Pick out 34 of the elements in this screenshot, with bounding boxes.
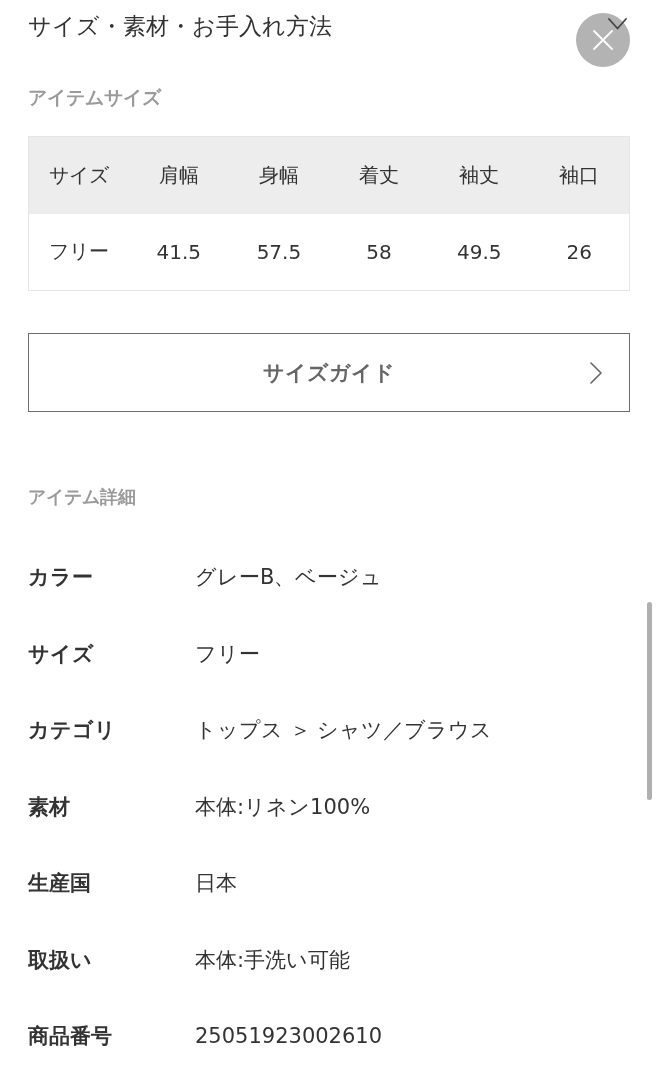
detail-label: 素材 (28, 793, 71, 821)
chevron-down-icon (608, 18, 627, 30)
detail-value: 25051923002610 (195, 1024, 383, 1049)
detail-label: 商品番号 (28, 1023, 113, 1051)
table-cell: フリー (28, 213, 129, 291)
detail-value: グレーB、ベージュ (195, 564, 383, 592)
close-button[interactable] (576, 13, 630, 67)
detail-label: 生産国 (28, 870, 92, 898)
column-header: 身幅 (228, 136, 329, 214)
detail-value: 本体:手洗い可能 (195, 946, 351, 974)
table-cell: 26 (529, 213, 630, 291)
section-heading: アイテムサイズ (28, 85, 163, 109)
panel-title: サイズ・素材・お手入れ方法 (28, 12, 332, 41)
column-header: サイズ (28, 136, 129, 214)
table-cell: 49.5 (429, 213, 530, 291)
detail-value: トップス ＞ シャツ／ブラウス (195, 717, 493, 745)
column-header: 袖口 (529, 136, 630, 214)
table-cell: 41.5 (128, 213, 229, 291)
close-icon (592, 29, 614, 51)
detail-value: 本体:リネン100% (195, 793, 371, 821)
table-cell: 57.5 (228, 213, 329, 291)
detail-label: 取扱い (28, 946, 93, 974)
detail-label: サイズ (28, 640, 95, 668)
detail-label: カテゴリ (28, 717, 117, 745)
table-cell: 58 (328, 213, 430, 291)
size-guide-button[interactable]: サイズガイド (28, 333, 630, 412)
column-header: 袖丈 (429, 136, 530, 214)
column-header: 肩幅 (128, 136, 229, 214)
detail-label: カラー (28, 564, 94, 592)
detail-value: フリー (195, 640, 260, 668)
column-header: 着丈 (328, 136, 430, 214)
chevron-right-icon (590, 362, 602, 384)
detail-value: 日本 (195, 870, 237, 898)
section-heading: アイテム詳細 (28, 485, 137, 509)
